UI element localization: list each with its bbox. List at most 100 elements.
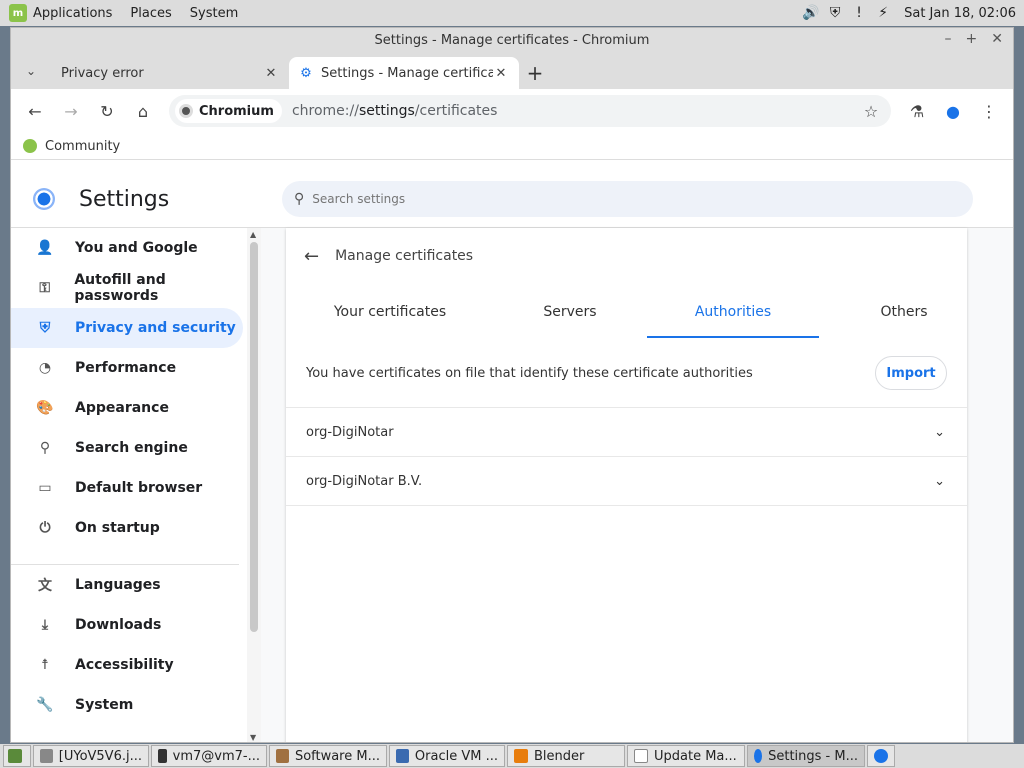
chevron-down-icon[interactable]: ⌄: [934, 474, 945, 489]
tab-authorities[interactable]: Authorities: [647, 284, 819, 340]
sidebar-item-languages[interactable]: 文 Languages: [11, 565, 247, 605]
mint-menu-icon[interactable]: m: [9, 4, 27, 22]
update-icon[interactable]: !: [850, 4, 868, 22]
taskbar-item-settings[interactable]: Settings - M...: [747, 745, 865, 767]
tab-privacy-error[interactable]: Privacy error ✕: [51, 57, 289, 89]
new-tab-button[interactable]: +: [519, 57, 551, 89]
search-icon: ⚲: [294, 191, 305, 207]
avatar: ●: [946, 101, 960, 121]
import-button[interactable]: Import: [875, 356, 947, 390]
sidebar-item-system[interactable]: 🔧 System: [11, 685, 247, 725]
subpage-header: ← Manage certificates: [286, 228, 967, 284]
chromium-logo-icon: [33, 188, 55, 210]
taskbar-item-software-manager[interactable]: Software M...: [269, 745, 387, 767]
close-icon[interactable]: ✕: [263, 66, 279, 81]
list-item[interactable]: org-DigiNotar B.V. ⌄: [286, 457, 967, 506]
close-icon[interactable]: ✕: [493, 66, 509, 81]
taskbar-item-image[interactable]: [UYoV5V6.j...: [33, 745, 149, 767]
plus-icon: +: [526, 61, 544, 85]
taskbar-label: Settings - M...: [768, 748, 858, 764]
places-menu[interactable]: Places: [130, 6, 171, 21]
sidebar-item-downloads[interactable]: ⤓ Downloads: [11, 605, 247, 645]
volume-icon[interactable]: 🔊: [802, 4, 820, 22]
taskbar-item-blender[interactable]: Blender: [507, 745, 625, 767]
home-button[interactable]: ⌂: [125, 93, 161, 129]
settings-header: Settings ⚲: [11, 171, 1013, 228]
url-path: /certificates: [414, 103, 498, 119]
browser-window: Settings - Manage certificates - Chromiu…: [10, 27, 1014, 743]
menu-button[interactable]: ⋮: [971, 93, 1007, 129]
search-bar[interactable]: ⚲: [282, 181, 973, 217]
applications-menu[interactable]: Applications: [33, 6, 112, 21]
sidebar-item-privacy[interactable]: ⛨ Privacy and security: [11, 308, 243, 348]
terminal-icon: [158, 749, 167, 763]
list-item[interactable]: org-DigiNotar ⌄: [286, 408, 967, 457]
close-window-icon[interactable]: ✕: [991, 31, 1003, 47]
sidebar-item-accessibility[interactable]: ☨ Accessibility: [11, 645, 247, 685]
back-arrow-icon[interactable]: ←: [304, 246, 319, 267]
sidebar-item-label: Privacy and security: [75, 320, 236, 336]
chromium-icon: [754, 749, 763, 763]
tab-your-certificates[interactable]: Your certificates: [304, 284, 476, 340]
taskbar-item-virtualbox[interactable]: Oracle VM ...: [389, 745, 505, 767]
search-input[interactable]: [312, 192, 913, 206]
sidebar-item-default-browser[interactable]: ▭ Default browser: [11, 468, 247, 508]
bookmark-community[interactable]: Community: [45, 139, 120, 154]
search-icon: ⚲: [39, 440, 51, 456]
tab-servers[interactable]: Servers: [484, 284, 656, 340]
taskbar-label: Oracle VM ...: [414, 748, 498, 764]
taskbar-item-chromium[interactable]: [867, 745, 895, 767]
tab-settings[interactable]: ⚙ Settings - Manage certificates ✕: [289, 57, 519, 89]
system-menu[interactable]: System: [190, 6, 238, 21]
sidebar-item-you-and-google[interactable]: 👤 You and Google: [11, 228, 247, 268]
window-titlebar[interactable]: Settings - Manage certificates - Chromiu…: [11, 28, 1013, 53]
sidebar-divider: [11, 548, 239, 565]
minimize-icon[interactable]: –: [945, 31, 952, 47]
network-icon[interactable]: ⚡: [874, 4, 892, 22]
show-desktop-button[interactable]: [3, 745, 31, 767]
scrollbar-thumb[interactable]: [250, 242, 258, 632]
scroll-down-icon[interactable]: ▼: [250, 733, 256, 742]
site-info-chip[interactable]: Chromium: [175, 99, 282, 123]
sidebar-scrollbar[interactable]: ▲ ▼: [247, 228, 261, 742]
sidebar-item-search-engine[interactable]: ⚲ Search engine: [11, 428, 247, 468]
image-viewer-icon: [40, 749, 53, 763]
page-title: Settings: [79, 186, 170, 212]
shield-icon: ⛨: [39, 320, 51, 336]
community-bookmark-icon: [23, 139, 37, 153]
sidebar-item-label: Default browser: [75, 480, 203, 496]
arrow-right-icon: →: [64, 101, 78, 121]
certificate-org-name: org-DigiNotar: [306, 424, 394, 440]
key-icon: ⚿: [39, 280, 50, 296]
back-button[interactable]: ←: [17, 93, 53, 129]
taskbar-item-terminal[interactable]: vm7@vm7-...: [151, 745, 267, 767]
shield-tray-icon[interactable]: ⛨: [826, 4, 844, 22]
sidebar-item-autofill[interactable]: ⚿ Autofill and passwords: [11, 268, 247, 308]
sidebar-item-appearance[interactable]: 🎨 Appearance: [11, 388, 247, 428]
taskbar-item-update-manager[interactable]: Update Ma...: [627, 745, 745, 767]
update-manager-icon: [634, 749, 648, 763]
clock[interactable]: Sat Jan 18, 02:06: [904, 6, 1016, 21]
chevron-down-icon[interactable]: ⌄: [934, 425, 945, 440]
star-icon[interactable]: ☆: [857, 102, 885, 121]
sidebar-item-on-startup[interactable]: ⏻ On startup: [11, 508, 247, 548]
omnibox[interactable]: Chromium chrome://settings/certificates …: [169, 95, 891, 127]
chromium-icon: [179, 104, 193, 118]
scroll-up-icon[interactable]: ▲: [250, 230, 256, 239]
labs-button[interactable]: ⚗: [899, 93, 935, 129]
sidebar-item-performance[interactable]: ◔ Performance: [11, 348, 247, 388]
sidebar-item-label: Languages: [75, 577, 161, 593]
accessibility-icon: ☨: [41, 657, 49, 673]
sidebar-item-label: Performance: [75, 360, 177, 376]
tab-others[interactable]: Others: [818, 284, 990, 340]
certificate-org-name: org-DigiNotar B.V.: [306, 473, 423, 489]
blender-icon: [514, 749, 528, 763]
system-tray: 🔊 ⛨ ! ⚡ Sat Jan 18, 02:06: [802, 0, 1016, 26]
tab-search-button[interactable]: ⌄: [11, 53, 51, 89]
forward-button[interactable]: →: [53, 93, 89, 129]
profile-button[interactable]: ●: [935, 93, 971, 129]
url-text[interactable]: chrome://settings/certificates: [292, 103, 857, 119]
translate-icon: 文: [38, 578, 52, 594]
maximize-icon[interactable]: +: [966, 31, 978, 47]
reload-button[interactable]: ↻: [89, 93, 125, 129]
